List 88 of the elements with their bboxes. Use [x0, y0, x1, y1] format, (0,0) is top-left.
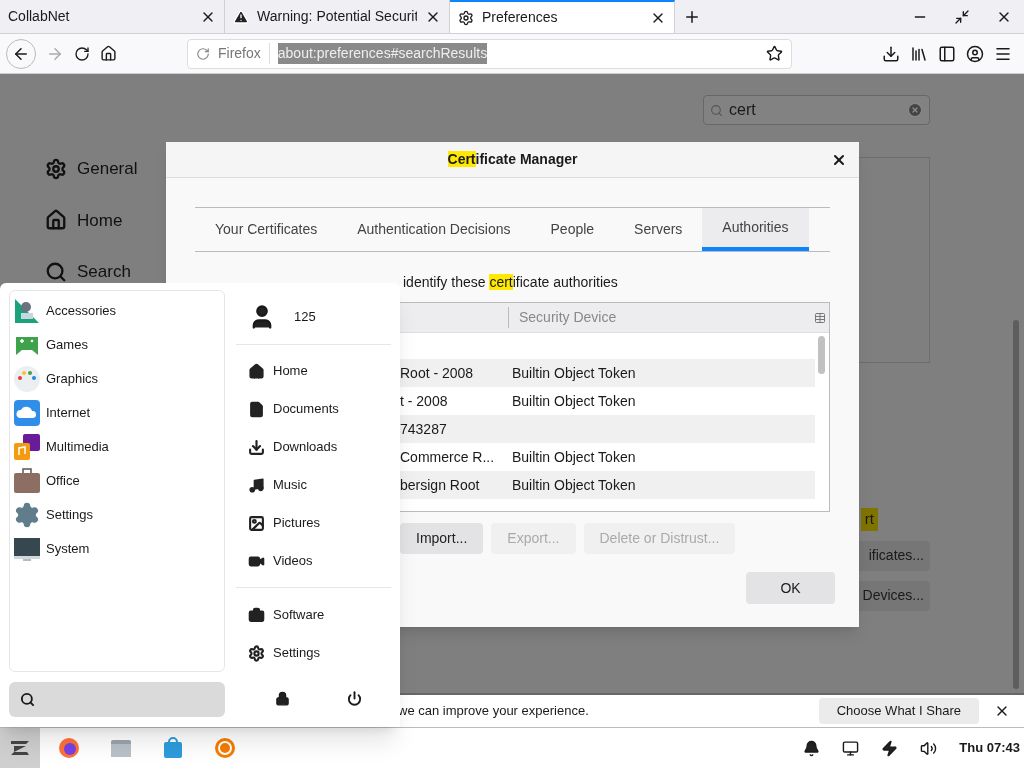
download-icon	[248, 438, 265, 456]
table-cell: bersign Root	[400, 476, 480, 493]
browser-tab[interactable]: CollabNet	[0, 0, 225, 33]
home-icon	[248, 362, 265, 380]
table-cell: t - 2008	[400, 392, 448, 409]
reload-icon[interactable]	[74, 45, 90, 62]
palette-icon	[13, 365, 41, 393]
table-cell-text: Builtin Object Token	[512, 447, 636, 467]
home-icon	[45, 209, 67, 232]
scrollbar-thumb[interactable]	[1013, 320, 1019, 689]
ok-button[interactable]: OK	[746, 572, 835, 604]
monitor-icon	[13, 535, 41, 563]
search-field[interactable]: cert	[703, 95, 930, 125]
settings-button[interactable]: Devices...	[856, 580, 930, 611]
ring-icon[interactable]	[214, 737, 236, 759]
account-icon[interactable]	[966, 44, 984, 63]
library-icon[interactable]	[910, 44, 928, 63]
dialog-tab[interactable]: Servers	[614, 208, 703, 251]
tab-title: Preferences	[482, 8, 559, 27]
start-button[interactable]	[0, 728, 40, 768]
table-cell: Commerce R...	[400, 448, 495, 465]
cloud-icon	[13, 399, 41, 427]
browser-tab[interactable]: Preferences	[450, 0, 675, 33]
url-text: about:preferences#searchResults	[277, 43, 488, 64]
folder-icon[interactable]	[110, 738, 132, 758]
volume-icon[interactable]	[920, 739, 938, 757]
dialog-tab[interactable]: Authentication Decisions	[337, 208, 531, 251]
search-icon	[20, 692, 35, 707]
menu-item[interactable]: Pictures	[236, 504, 391, 542]
menu-item[interactable]: Settings	[236, 634, 391, 672]
dialog-button[interactable]: Import...	[400, 523, 484, 554]
sidebar-item[interactable]: Search	[45, 259, 190, 285]
power-status-icon[interactable]	[881, 739, 899, 757]
lock-icon[interactable]	[274, 691, 290, 706]
clear-icon[interactable]	[907, 102, 923, 118]
settings-icon	[13, 501, 41, 529]
user-name: 125	[294, 308, 316, 327]
settings-icon	[458, 9, 474, 26]
warning-icon	[233, 8, 249, 25]
briefcase-icon	[13, 467, 41, 495]
highlight-text: rt	[860, 508, 878, 531]
accessories-icon	[13, 297, 41, 325]
close-icon[interactable]	[831, 152, 847, 168]
choose-share-button[interactable]: Choose What I Share	[818, 698, 979, 724]
category-item[interactable]: System	[13, 532, 221, 566]
sidebar-item[interactable]: Home	[45, 207, 190, 233]
document-icon	[248, 400, 265, 418]
logo-icon	[9, 738, 31, 758]
store-icon[interactable]	[162, 737, 184, 759]
settings-button[interactable]: ificates...	[856, 540, 930, 571]
category-item[interactable]: Games	[13, 328, 221, 362]
media-icon	[13, 433, 41, 461]
category-item[interactable]: Accessories	[13, 294, 221, 328]
music-icon	[248, 476, 265, 494]
menu-item[interactable]: Software	[236, 596, 391, 634]
dialog-tab[interactable]: Your Certificates	[195, 208, 338, 251]
clock[interactable]: Thu 07:43	[959, 738, 1020, 758]
restore-icon[interactable]	[954, 8, 970, 25]
column-picker-icon[interactable]	[814, 311, 826, 324]
scrollbar-thumb[interactable]	[818, 336, 825, 374]
settings-icon	[45, 157, 67, 180]
power-icon[interactable]	[347, 691, 363, 706]
home-icon[interactable]	[100, 45, 117, 62]
dialog-tab[interactable]: Authorities	[702, 208, 809, 251]
menu-item[interactable]: Videos	[236, 542, 391, 580]
url-bar[interactable]: Firefox about:preferences#searchResults	[187, 38, 792, 69]
table-cell: Root - 2008	[400, 364, 474, 381]
settings-icon	[248, 644, 265, 662]
search-icon	[45, 260, 67, 283]
search-icon	[710, 103, 723, 117]
monitor-icon[interactable]	[842, 739, 860, 757]
star-icon[interactable]	[766, 45, 783, 62]
category-item[interactable]: Settings	[13, 498, 221, 532]
picture-icon	[248, 514, 265, 532]
table-cell-text: Builtin Object Token	[512, 363, 636, 383]
tab-title: CollabNet	[8, 7, 71, 26]
sidebar-icon[interactable]	[938, 44, 956, 63]
table-cell: 743287	[400, 420, 447, 437]
browser-icon[interactable]	[58, 737, 80, 759]
table-cell-text: Builtin Object Token	[512, 391, 636, 411]
table-cell-text: Builtin Object Token	[512, 475, 636, 495]
identity-label: Firefox	[218, 43, 270, 64]
sidebar-item[interactable]: General	[45, 156, 190, 182]
dialog-tab[interactable]: People	[530, 208, 615, 251]
search-field[interactable]	[9, 682, 225, 717]
notification-icon[interactable]	[803, 739, 821, 757]
bag-icon	[248, 606, 265, 624]
download-icon[interactable]	[882, 44, 900, 63]
